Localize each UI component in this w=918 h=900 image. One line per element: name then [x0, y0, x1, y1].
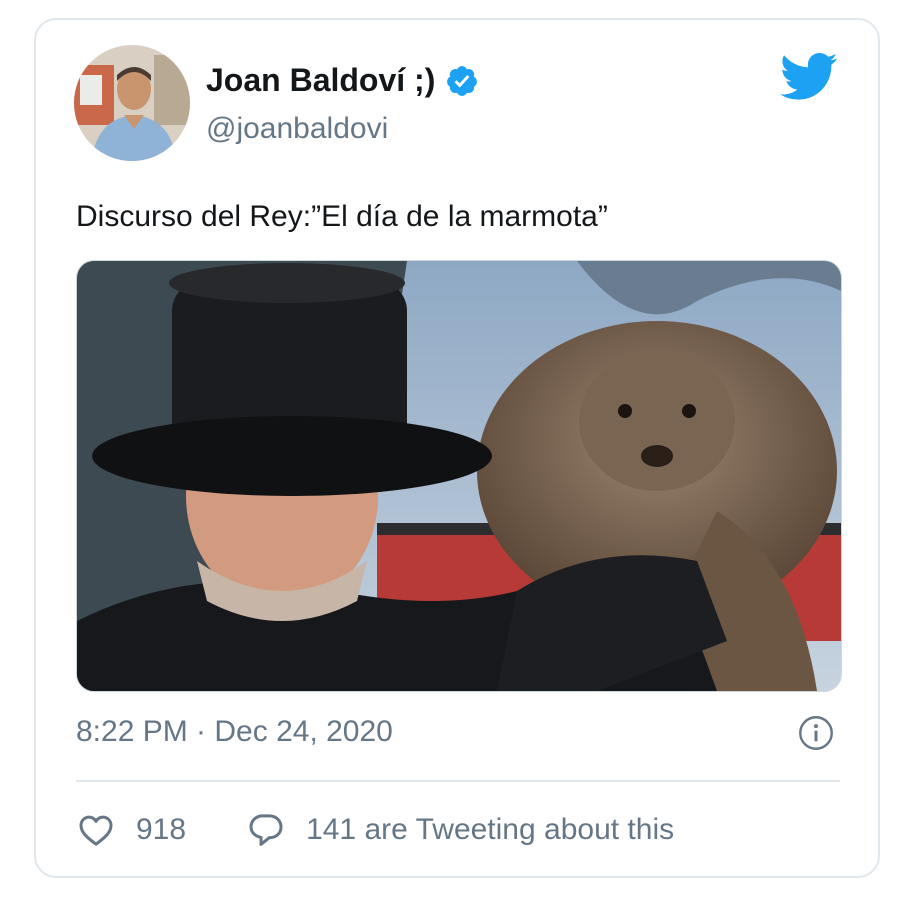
info-icon[interactable]	[798, 715, 834, 751]
avatar-image	[74, 45, 190, 161]
like-button[interactable]: 918	[76, 810, 186, 850]
tweet-text: Discurso del Rey:”El día de la marmota”	[76, 200, 608, 233]
tweeting-about-link[interactable]: 141 are Tweeting about this	[246, 810, 674, 850]
avatar[interactable]	[74, 45, 190, 161]
tweeting-about-label: 141 are Tweeting about this	[306, 813, 675, 846]
twitter-bird-icon[interactable]	[780, 52, 838, 102]
name-row: Joan Baldoví ;)	[206, 62, 479, 99]
display-name[interactable]: Joan Baldoví ;)	[206, 62, 435, 99]
handle[interactable]: @joanbaldovi	[206, 112, 388, 146]
like-count: 918	[136, 813, 187, 846]
timestamp[interactable]: 8:22 PM · Dec 24, 2020	[76, 715, 393, 749]
verified-badge-icon	[447, 65, 478, 96]
tweet-card[interactable]: Joan Baldoví ;) @joanbaldovi Discurso de…	[34, 18, 880, 878]
groundhog-photo	[77, 261, 841, 691]
speech-bubble-icon	[249, 814, 283, 846]
engagement-bar: 918 141 are Tweeting about this	[76, 810, 674, 850]
divider	[76, 780, 840, 782]
tweet-photo[interactable]	[76, 260, 842, 692]
heart-icon	[79, 815, 113, 846]
